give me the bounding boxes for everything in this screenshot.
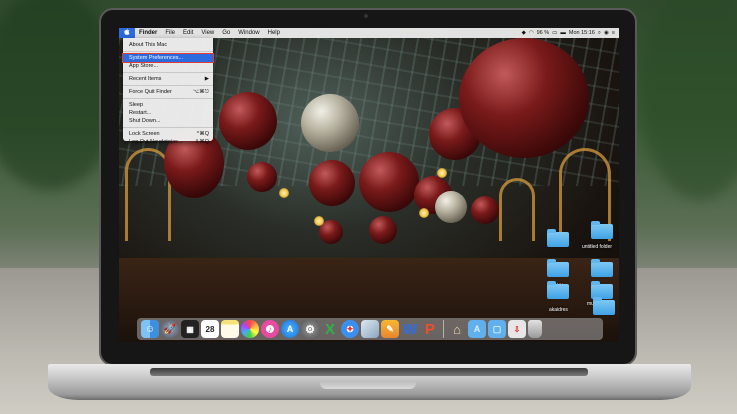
ornament — [301, 94, 359, 152]
submenu-arrow-icon: ▶ — [204, 76, 209, 82]
menu-item-force-quit[interactable]: Force Quit Finder ⌥⌘⎋ — [123, 88, 213, 96]
desktop-folder-icon[interactable] — [547, 281, 569, 299]
lamp — [279, 188, 289, 198]
flag-icon[interactable]: ▬ — [560, 30, 566, 36]
menu-separator — [123, 51, 213, 52]
menu-separator — [123, 72, 213, 73]
ornament — [459, 38, 589, 158]
word-icon[interactable]: W — [401, 320, 419, 338]
menu-item-lock-screen[interactable]: Lock Screen ^⌘Q — [123, 130, 213, 138]
laptop-opening-notch — [320, 381, 416, 389]
search-icon[interactable]: ⌕ — [598, 30, 601, 37]
dock-separator — [443, 320, 444, 338]
background-foliage — [640, 0, 737, 200]
menu-view[interactable]: View — [197, 28, 218, 38]
desktop-folder-icon[interactable] — [591, 221, 613, 239]
apple-menu-button[interactable] — [119, 28, 135, 38]
desktop-folder-icon[interactable] — [591, 259, 613, 277]
menu-edit[interactable]: Edit — [179, 28, 197, 38]
status-area: ◆ ◠ 96 % ▭ ▬ Mon 15:16 ⌕ ◉ ≡ — [522, 30, 619, 37]
ornament — [309, 160, 355, 206]
wifi-icon[interactable]: ◠ — [529, 30, 534, 36]
dropbox-icon[interactable]: ◆ — [522, 30, 526, 36]
mission-control-icon[interactable]: ▦ — [181, 320, 199, 338]
safari-icon[interactable]: ✦ — [341, 320, 359, 338]
applications-folder-icon[interactable]: A — [468, 320, 486, 338]
notes-icon[interactable] — [221, 320, 239, 338]
desktop-folder-icon[interactable] — [593, 297, 615, 315]
menu-file[interactable]: File — [161, 28, 179, 38]
desktop-folder-icon[interactable] — [547, 259, 569, 277]
menu-item-app-store[interactable]: App Store... — [123, 62, 213, 70]
menu-item-recent-items[interactable]: Recent Items ▶ — [123, 75, 213, 83]
app-store-icon[interactable]: A — [281, 320, 299, 338]
menu-item-log-out[interactable]: Log Out Naudotojas... ⇧⌘Q — [123, 138, 213, 146]
list-icon[interactable]: ≡ — [612, 30, 615, 36]
menu-separator — [123, 127, 213, 128]
menu-help[interactable]: Help — [264, 28, 284, 38]
apple-dropdown-menu: About This Mac System Preferences... App… — [122, 38, 214, 145]
dock: ☺ 🚀 ▦ 28 ♪ A ⚙ X ✦ ✎ W P ⌂ A ▢ ⇩ — [137, 318, 603, 340]
menu-separator — [123, 98, 213, 99]
lamp — [314, 216, 324, 226]
desktop-screen: Finder File Edit View Go Window Help ◆ ◠… — [119, 28, 619, 342]
ornament — [219, 92, 277, 150]
preview-icon[interactable] — [361, 320, 379, 338]
wallpaper-arch — [499, 178, 535, 241]
menu-finder[interactable]: Finder — [135, 28, 161, 38]
battery-icon[interactable]: ▭ — [552, 30, 557, 36]
desktop-folder-label[interactable]: akaidres — [549, 307, 568, 313]
ornament — [471, 196, 499, 224]
trash-icon[interactable] — [528, 320, 542, 338]
ornament — [247, 162, 277, 192]
excel-icon[interactable]: X — [321, 320, 339, 338]
desktop-folder-label[interactable]: untitled folder — [582, 244, 612, 250]
home-icon[interactable]: ⌂ — [448, 320, 466, 338]
menu-go[interactable]: Go — [218, 28, 234, 38]
menu-bar: Finder File Edit View Go Window Help ◆ ◠… — [119, 28, 619, 38]
apple-icon — [124, 28, 130, 39]
launchpad-icon[interactable]: 🚀 — [161, 320, 179, 338]
lamp — [437, 168, 447, 178]
menu-item-sleep[interactable]: Sleep — [123, 101, 213, 109]
ornament — [369, 216, 397, 244]
menu-window[interactable]: Window — [234, 28, 263, 38]
menu-item-about-this-mac[interactable]: About This Mac — [123, 41, 213, 49]
calendar-icon[interactable]: 28 — [201, 320, 219, 338]
ornament — [435, 191, 467, 223]
powerpoint-icon[interactable]: P — [421, 320, 439, 338]
photos-icon[interactable] — [241, 320, 259, 338]
pages-icon[interactable]: ✎ — [381, 320, 399, 338]
camera — [364, 14, 368, 18]
laptop-hinge — [150, 368, 588, 376]
finder-icon[interactable]: ☺ — [141, 320, 159, 338]
ornament — [359, 152, 419, 212]
shortcut: ⌥⌘⎋ — [192, 89, 209, 95]
menu-item-system-preferences[interactable]: System Preferences... — [122, 53, 214, 63]
documents-folder-icon[interactable]: ▢ — [488, 320, 506, 338]
itunes-icon[interactable]: ♪ — [261, 320, 279, 338]
siri-icon[interactable]: ◉ — [604, 30, 609, 36]
menu-item-shut-down[interactable]: Shut Down... — [123, 117, 213, 125]
system-preferences-icon[interactable]: ⚙ — [301, 320, 319, 338]
calendar-day: 28 — [205, 324, 215, 334]
downloads-icon[interactable]: ⇩ — [508, 320, 526, 338]
battery-percent[interactable]: 96 % — [537, 30, 550, 36]
shortcut: ⇧⌘Q — [194, 139, 209, 145]
lamp — [419, 208, 429, 218]
desktop-folder-icon[interactable] — [547, 229, 569, 247]
menu-item-restart[interactable]: Restart... — [123, 109, 213, 117]
menu-separator — [123, 85, 213, 86]
clock[interactable]: Mon 15:16 — [569, 30, 595, 36]
shortcut: ^⌘Q — [196, 131, 209, 137]
